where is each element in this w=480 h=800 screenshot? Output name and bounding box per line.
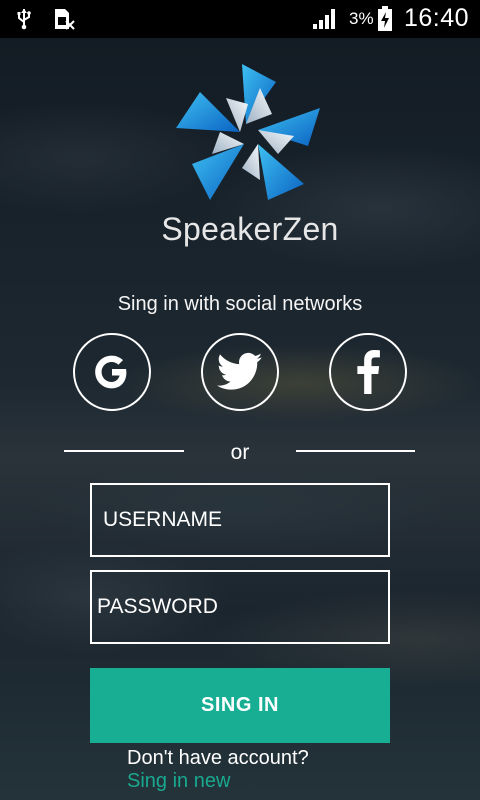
facebook-icon [357, 350, 380, 394]
facebook-signin-button[interactable] [329, 333, 407, 411]
username-field[interactable] [90, 483, 390, 557]
battery-percent: 3% [349, 9, 374, 28]
divider-right [296, 450, 415, 452]
signal-icon [313, 9, 335, 29]
battery-charging-icon [378, 6, 392, 31]
google-signin-button[interactable] [73, 333, 151, 411]
status-bar: 3% 16:40 [0, 0, 480, 38]
register-link[interactable]: Sing in new [127, 770, 230, 793]
sim-card-icon [55, 9, 75, 30]
password-field[interactable] [90, 570, 390, 644]
twitter-signin-button[interactable] [201, 333, 279, 411]
brand-name: SpeakerZen [161, 211, 339, 247]
sign-in-button[interactable]: SING IN [90, 668, 390, 743]
clock: 16:40 [404, 4, 470, 32]
pinwheel-logo-icon [176, 64, 320, 200]
or-separator: or [230, 441, 250, 464]
google-icon [95, 355, 127, 389]
twitter-icon [217, 352, 263, 390]
usb-icon [17, 9, 31, 30]
no-account-prompt: Don't have account? [127, 747, 309, 769]
social-signin-heading: Sing in with social networks [117, 293, 363, 315]
